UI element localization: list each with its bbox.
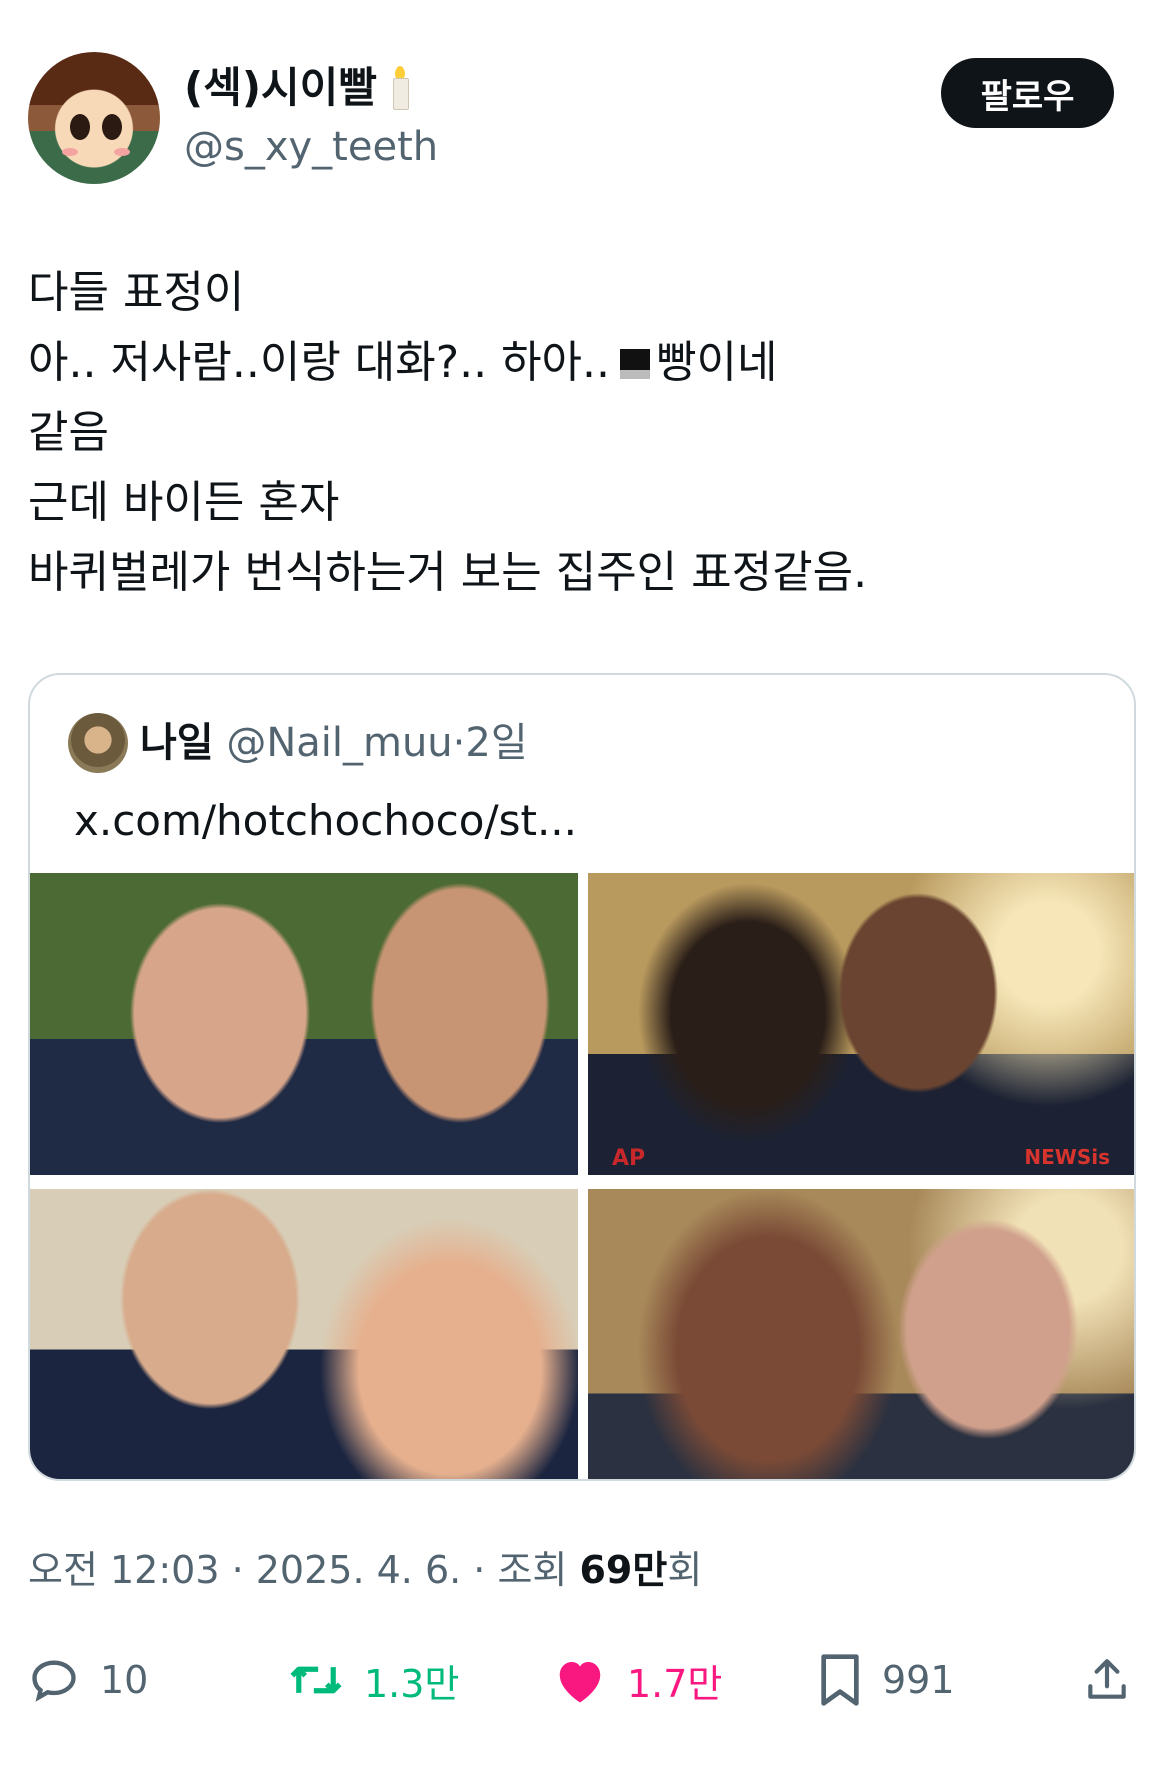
newsis-watermark: NEWSis [1024, 1145, 1110, 1169]
action-bar: 10 1.3만 1.7만 991 [0, 1640, 1170, 1720]
retweet-button[interactable]: 1.3만 [288, 1640, 459, 1720]
tweet-line: 근데 바이든 혼자 [28, 477, 340, 528]
reply-icon [32, 1660, 76, 1702]
tweet-line: 다들 표정이 [28, 267, 245, 318]
photo-3[interactable] [30, 1189, 578, 1479]
tweet-timestamp[interactable]: 오전 12:03 · 2025. 4. 6. · 조회 69만회 [28, 1545, 702, 1595]
avatar-eye [102, 114, 122, 140]
quoted-tweet[interactable]: 나일 @Nail_muu·2일 x.com/hotchochoco/st... … [28, 673, 1136, 1481]
author-avatar[interactable] [28, 52, 160, 184]
bookmark-icon [821, 1654, 859, 1706]
view-suffix: 회 [667, 1548, 703, 1592]
avatar-eye [70, 114, 90, 140]
quoted-author-handle[interactable]: @Nail_muu [226, 720, 452, 766]
view-count: 69만 [579, 1548, 668, 1592]
black-square-emoji-icon [620, 349, 651, 379]
author-name-text: (섹)시이빨 [184, 63, 377, 112]
heart-icon [559, 1662, 601, 1703]
quoted-header: 나일 @Nail_muu·2일 [140, 717, 528, 769]
reply-count: 10 [100, 1658, 149, 1702]
photo-2[interactable]: AP NEWSis [588, 873, 1134, 1175]
quoted-author-name[interactable]: 나일 [140, 720, 214, 766]
share-icon [1088, 1659, 1126, 1699]
author-display-name[interactable]: (섹)시이빨 [184, 62, 413, 114]
bookmark-button[interactable]: 991 [818, 1640, 955, 1720]
avatar-blush [62, 148, 78, 156]
photo-grid: AP NEWSis [30, 873, 1134, 1479]
candle-icon [387, 66, 413, 110]
separator-dot: · [452, 720, 466, 766]
ap-watermark: AP [612, 1146, 646, 1171]
follow-button[interactable]: 팔로우 [941, 58, 1114, 128]
quoted-link[interactable]: x.com/hotchochoco/st... [74, 793, 577, 849]
like-button[interactable]: 1.7만 [553, 1640, 722, 1720]
tweet-line-part: 빵이네 [656, 337, 778, 388]
tweet-line: 바퀴벌레가 번식하는거 보는 집주인 표정같음. [28, 547, 868, 598]
tweet-line: 아.. 저사람..이랑 대화?.. 하아.. 빵이네 [28, 328, 1138, 398]
timestamp-text: 오전 12:03 · 2025. 4. 6. · 조회 [28, 1548, 568, 1592]
quoted-tweet-age[interactable]: 2일 [465, 720, 527, 766]
tweet-text: 다들 표정이 아.. 저사람..이랑 대화?.. 하아.. 빵이네 같음 근데 바… [28, 258, 1138, 608]
photo-4[interactable] [588, 1189, 1134, 1479]
avatar-blush [114, 148, 130, 156]
retweet-icon [290, 1666, 342, 1694]
tweet-line: 같음 [28, 407, 109, 458]
like-count: 1.7만 [627, 1661, 723, 1706]
author-handle[interactable]: @s_xy_teeth [184, 122, 438, 172]
quoted-author-avatar[interactable] [68, 713, 128, 773]
tweet-line-part: 아.. 저사람..이랑 대화?.. 하아.. [28, 337, 611, 388]
reply-button[interactable]: 10 [28, 1640, 148, 1720]
share-button[interactable] [1082, 1640, 1132, 1720]
bookmark-count: 991 [882, 1658, 955, 1702]
photo-1[interactable] [30, 873, 578, 1175]
retweet-count: 1.3만 [364, 1661, 460, 1706]
